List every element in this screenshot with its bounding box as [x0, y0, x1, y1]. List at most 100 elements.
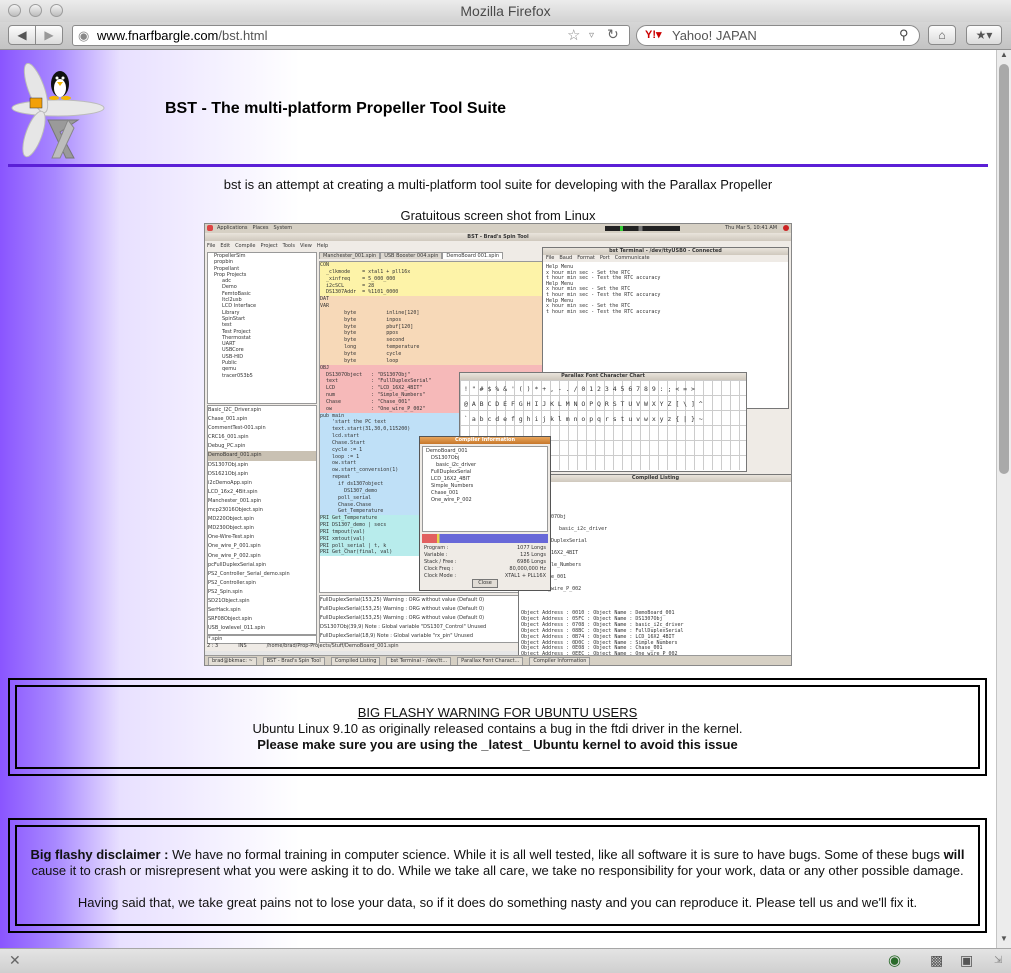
- terminal-menu-item[interactable]: Baud: [559, 255, 572, 261]
- file-item[interactable]: mcp23016Object.spin: [208, 506, 316, 515]
- home-button[interactable]: ⌂: [928, 25, 956, 45]
- file-item[interactable]: i2cDemoApp.spin: [208, 479, 316, 488]
- navigation-toolbar: ◀ ▶ ◉ www.fnarfbargle.com/bst.html ☆ ▿ ↻…: [0, 22, 1011, 50]
- compiler-info-node[interactable]: DemoBoard_001: [426, 448, 544, 455]
- file-item[interactable]: One_wire_P_001.spin: [208, 542, 316, 551]
- file-item[interactable]: SerHack.spin: [208, 606, 316, 615]
- history-dropdown-icon[interactable]: ▿: [589, 26, 594, 45]
- disclaimer-text-a: We have no formal training in computer s…: [168, 847, 944, 862]
- search-bar[interactable]: Y!▾ Yahoo! JAPAN ⚲: [636, 25, 920, 46]
- panel-meters: [605, 226, 680, 231]
- file-item[interactable]: CommentTest-001.spin: [208, 424, 316, 433]
- compiler-info-node[interactable]: basic_i2c_driver: [426, 462, 544, 469]
- bookmarks-menu-button[interactable]: ★▾: [966, 25, 1002, 45]
- taskbar-button[interactable]: bst Terminal - /dev/tt...: [386, 657, 452, 665]
- minimize-window-button[interactable]: [29, 4, 42, 17]
- file-item[interactable]: USB_lowlevel_011.spin: [208, 624, 316, 633]
- panel-menu-item[interactable]: Places: [253, 225, 269, 231]
- terminal-menu-item[interactable]: Format: [577, 255, 595, 261]
- forward-button[interactable]: ▶: [35, 25, 63, 45]
- magnifier-icon[interactable]: ⚲: [899, 25, 909, 44]
- terminal-menu-item[interactable]: File: [546, 255, 554, 261]
- file-item[interactable]: Debug_PC.spin: [208, 442, 316, 451]
- file-item[interactable]: Manchester_001.spin: [208, 497, 316, 506]
- terminal-title: bst Terminal - /dev/ttyUSB0 - Connected: [609, 248, 722, 254]
- scrollbar-thumb[interactable]: [999, 64, 1009, 474]
- close-window-button[interactable]: [8, 4, 21, 17]
- taskbar-button[interactable]: Parallax Font Charact...: [457, 657, 524, 665]
- terminal-menu-item[interactable]: Port: [600, 255, 610, 261]
- file-item[interactable]: Chase_001.spin: [208, 415, 316, 424]
- file-item[interactable]: MD230Object.spin: [208, 524, 316, 533]
- compiler-stat-label: Clock Freq :: [424, 566, 454, 572]
- scroll-up-icon[interactable]: ▲: [1000, 50, 1008, 59]
- compiler-info-titlebar: Compiler Information: [420, 437, 550, 444]
- ide-menu-item[interactable]: Edit: [220, 243, 230, 249]
- code-line: byte second: [320, 337, 546, 345]
- font-chart-row: ` a b c d e f g h i j k l m n o p q r s …: [464, 415, 703, 423]
- compiler-stat-value: 1077 Longs: [516, 545, 546, 551]
- tree-item[interactable]: tracer053b5: [208, 373, 316, 379]
- editor-tab[interactable]: USB Booster 004.spin: [380, 252, 443, 259]
- screen-icon[interactable]: ▩: [930, 952, 943, 969]
- close-status-icon[interactable]: ✕: [9, 952, 21, 969]
- file-item[interactable]: SD21Object.spin: [208, 597, 316, 606]
- file-item[interactable]: PS2_Controller.spin: [208, 579, 316, 588]
- ide-menu-item[interactable]: View: [300, 243, 312, 249]
- screenshot-caption: Gratuitous screen shot from Linux: [400, 208, 596, 223]
- addon-globe-icon[interactable]: ◉: [888, 951, 901, 969]
- yahoo-engine-icon[interactable]: Y!▾: [645, 26, 662, 45]
- terminal-menubar: File Baud Format Port Communicate: [543, 255, 788, 262]
- url-bar[interactable]: ◉ www.fnarfbargle.com/bst.html ☆ ▿ ↻: [72, 25, 630, 46]
- file-item[interactable]: DS1307Obj.spin: [208, 461, 316, 470]
- compiler-stat-value: 80,000,000 Hz: [509, 566, 546, 572]
- taskbar-button[interactable]: BST - Brad's Spin Tool: [262, 657, 325, 665]
- file-item[interactable]: SRF08Object.spin: [208, 615, 316, 624]
- file-item[interactable]: CRC16_001.spin: [208, 433, 316, 442]
- file-item[interactable]: LCD_16x2_4Bit.spin: [208, 488, 316, 497]
- compiler-info-dialog: Compiler Information DemoBoard_001 DS1307…: [419, 436, 551, 591]
- ide-menu-item[interactable]: Help: [317, 243, 328, 249]
- taskbar-button[interactable]: Compiler Information: [529, 657, 591, 665]
- file-item[interactable]: DemoBoard_001.spin: [208, 451, 316, 461]
- file-item[interactable]: PS2_Controller_Serial_demo.spin: [208, 570, 316, 579]
- compiler-info-node[interactable]: One_wire_P_002: [426, 497, 544, 504]
- file-item[interactable]: MD220Object.spin: [208, 515, 316, 524]
- window-icon[interactable]: ▣: [960, 952, 973, 969]
- ide-menu-item[interactable]: Project: [261, 243, 278, 249]
- panel-menu-item[interactable]: System: [273, 225, 292, 231]
- code-line: long temperature: [320, 344, 546, 351]
- file-item[interactable]: PS2_Spin.spin: [208, 588, 316, 597]
- compiler-info-close-button[interactable]: Close: [472, 579, 498, 588]
- ide-menu-item[interactable]: Tools: [283, 243, 295, 249]
- ide-menu-item[interactable]: File: [207, 243, 215, 249]
- compiler-info-node[interactable]: DS1307Obj: [426, 455, 544, 462]
- back-button[interactable]: ◀: [8, 25, 36, 45]
- file-item[interactable]: Basic_I2C_Driver.spin: [208, 406, 316, 415]
- ide-menu-item[interactable]: Compile: [235, 243, 255, 249]
- reload-icon[interactable]: ↻: [607, 25, 619, 44]
- taskbar-button[interactable]: brad@bkmac: ~: [208, 657, 257, 665]
- compiler-info-node[interactable]: FullDuplexSerial: [426, 469, 544, 476]
- compiler-info-node[interactable]: Simple_Numbers: [426, 483, 544, 490]
- file-item[interactable]: pcFullDuplexSerial.spin: [208, 561, 316, 570]
- zoom-window-button[interactable]: [50, 4, 63, 17]
- vertical-scrollbar[interactable]: ▲ ▼: [996, 50, 1011, 948]
- editor-tab[interactable]: Manchester_001.spin: [319, 252, 381, 259]
- file-item[interactable]: DS1621Obj.spin: [208, 470, 316, 479]
- editor-tab[interactable]: DemoBoard 001.spin: [442, 252, 504, 259]
- taskbar-button[interactable]: Compiled Listing: [330, 657, 381, 665]
- compiler-info-node[interactable]: Chase_001: [426, 490, 544, 497]
- scroll-down-icon[interactable]: ▼: [1000, 934, 1008, 943]
- file-item[interactable]: One_wire_P_002.spin: [208, 552, 316, 561]
- code-line: byte inpos: [320, 316, 546, 324]
- code-line: byte loop: [320, 357, 546, 365]
- panel-menu-item[interactable]: Applications: [217, 225, 248, 231]
- resize-grip-icon[interactable]: ⇲: [994, 955, 1002, 966]
- compiler-info-node[interactable]: LCD_16X2_4BIT: [426, 476, 544, 483]
- terminal-titlebar: bst Terminal - /dev/ttyUSB0 - Connected: [543, 248, 788, 255]
- search-input[interactable]: Yahoo! JAPAN: [672, 26, 757, 45]
- file-item[interactable]: One-Wire-Test.spin: [208, 533, 316, 542]
- bookmark-star-icon[interactable]: ☆: [567, 26, 580, 45]
- terminal-menu-item[interactable]: Communicate: [615, 255, 650, 261]
